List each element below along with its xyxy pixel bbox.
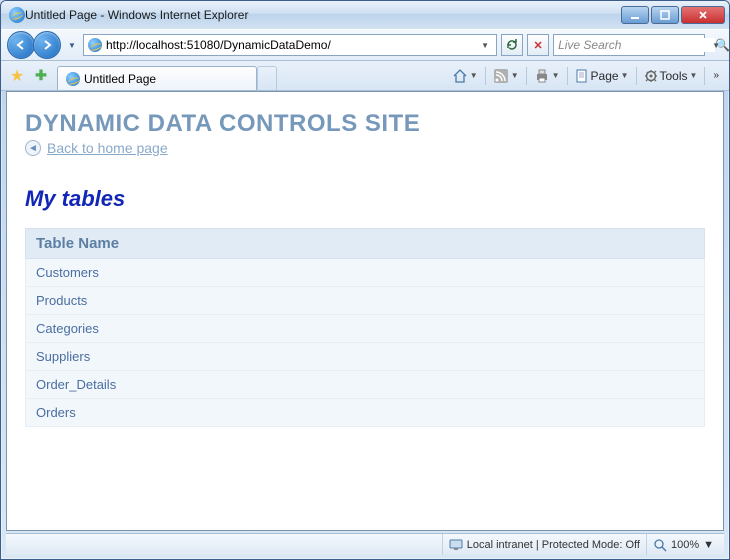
address-dropdown[interactable]: ▼ [478,41,492,50]
close-button[interactable] [681,6,725,24]
chevron-down-icon: ▼ [511,71,519,80]
ie-icon [9,7,25,23]
separator [526,67,527,85]
zone-label: Local intranet | Protected Mode: Off [467,539,640,551]
title-bar: Untitled Page - Windows Internet Explore… [1,1,729,29]
address-bar: ▼ [83,34,497,56]
separator [567,67,568,85]
arrow-right-icon [41,39,53,51]
table-row: Customers [26,259,705,287]
browser-window: Untitled Page - Windows Internet Explore… [0,0,730,560]
maximize-icon [660,10,670,20]
command-bar: ▼ ▼ ▼ Page ▼ Tools ▼ [449,61,723,90]
table-link[interactable]: Categories [36,321,99,336]
table-link[interactable]: Products [36,293,87,308]
back-home-link[interactable]: Back to home page [47,140,168,156]
refresh-icon [505,38,519,52]
table-link[interactable]: Customers [36,265,99,280]
home-button[interactable]: ▼ [449,66,481,86]
gear-icon [644,69,658,83]
expand-chevrons-icon[interactable]: » [709,70,723,81]
separator [636,67,637,85]
window-title: Untitled Page - Windows Internet Explore… [25,8,621,22]
table-link[interactable]: Orders [36,405,76,420]
chevron-down-icon: ▼ [690,71,698,80]
table-cell: Orders [26,399,705,427]
search-input[interactable] [558,38,715,52]
favorites-button[interactable]: ★ [7,66,27,86]
chevron-down-icon: ▼ [552,71,560,80]
back-button[interactable] [7,31,35,59]
table-row: Orders [26,399,705,427]
home-icon [452,68,468,84]
new-tab-button[interactable] [257,66,277,90]
table-cell: Suppliers [26,343,705,371]
zoom-label: 100% [671,539,699,551]
tools-menu-button[interactable]: Tools ▼ [641,67,701,85]
maximize-button[interactable] [651,6,679,24]
computer-icon [449,538,463,552]
zoom-icon [653,538,667,552]
security-zone[interactable]: Local intranet | Protected Mode: Off [442,534,646,555]
separator [485,67,486,85]
forward-button[interactable] [33,31,61,59]
chevron-down-icon: ▼ [621,71,629,80]
plus-icon: ✚ [35,67,47,84]
close-icon [698,10,708,20]
nav-bar: ▼ ▼ ✕ 🔍 ▼ [1,29,729,61]
minimize-icon [630,10,640,20]
page-body: DYNAMIC DATA CONTROLS SITE ◄ Back to hom… [7,92,723,445]
back-circle-icon: ◄ [25,140,41,156]
table-cell: Customers [26,259,705,287]
table-link[interactable]: Suppliers [36,349,90,364]
print-icon [534,68,550,84]
arrow-left-icon [15,39,27,51]
window-controls [621,6,725,24]
favorites-buttons: ★ ✚ [7,61,51,90]
nav-history-dropdown[interactable]: ▼ [65,41,79,50]
minimize-button[interactable] [621,6,649,24]
chevron-down-icon: ▼ [703,539,714,551]
tools-menu-label: Tools [660,69,688,83]
separator [704,67,705,85]
tab-bar: ★ ✚ Untitled Page ▼ ▼ ▼ [1,61,729,91]
table-row: Suppliers [26,343,705,371]
print-button[interactable]: ▼ [531,66,563,86]
stop-button[interactable]: ✕ [527,34,549,56]
table-row: Order_Details [26,371,705,399]
stop-icon: ✕ [533,39,542,52]
table-cell: Order_Details [26,371,705,399]
tab-page-icon [66,72,80,86]
page-menu-label: Page [591,69,619,83]
content-viewport: DYNAMIC DATA CONTROLS SITE ◄ Back to hom… [6,91,724,531]
table-header: Table Name [26,229,705,259]
back-link-row: ◄ Back to home page [25,140,705,156]
rss-icon [493,68,509,84]
star-icon: ★ [10,66,24,86]
add-favorite-button[interactable]: ✚ [31,66,51,86]
chevron-down-icon: ▼ [470,71,478,80]
section-heading: My tables [25,186,705,212]
page-icon [575,69,589,83]
status-bar: Local intranet | Protected Mode: Off 100… [6,533,724,555]
zoom-control[interactable]: 100% ▼ [646,534,720,555]
table-row: Products [26,287,705,315]
nav-arrows [7,31,61,59]
tab-title: Untitled Page [84,72,156,86]
search-provider-dropdown[interactable]: ▼ [709,41,723,50]
tab-active[interactable]: Untitled Page [57,66,257,90]
site-title: DYNAMIC DATA CONTROLS SITE [25,110,705,138]
tables-list: Table Name Customers Products Categories Su… [25,228,705,427]
feeds-button[interactable]: ▼ [490,66,522,86]
refresh-button[interactable] [501,34,523,56]
table-cell: Products [26,287,705,315]
table-cell: Categories [26,315,705,343]
page-icon [88,38,102,52]
table-row: Categories [26,315,705,343]
address-input[interactable] [106,38,474,52]
search-box: 🔍 [553,34,705,56]
table-link[interactable]: Order_Details [36,377,116,392]
page-menu-button[interactable]: Page ▼ [572,67,632,85]
